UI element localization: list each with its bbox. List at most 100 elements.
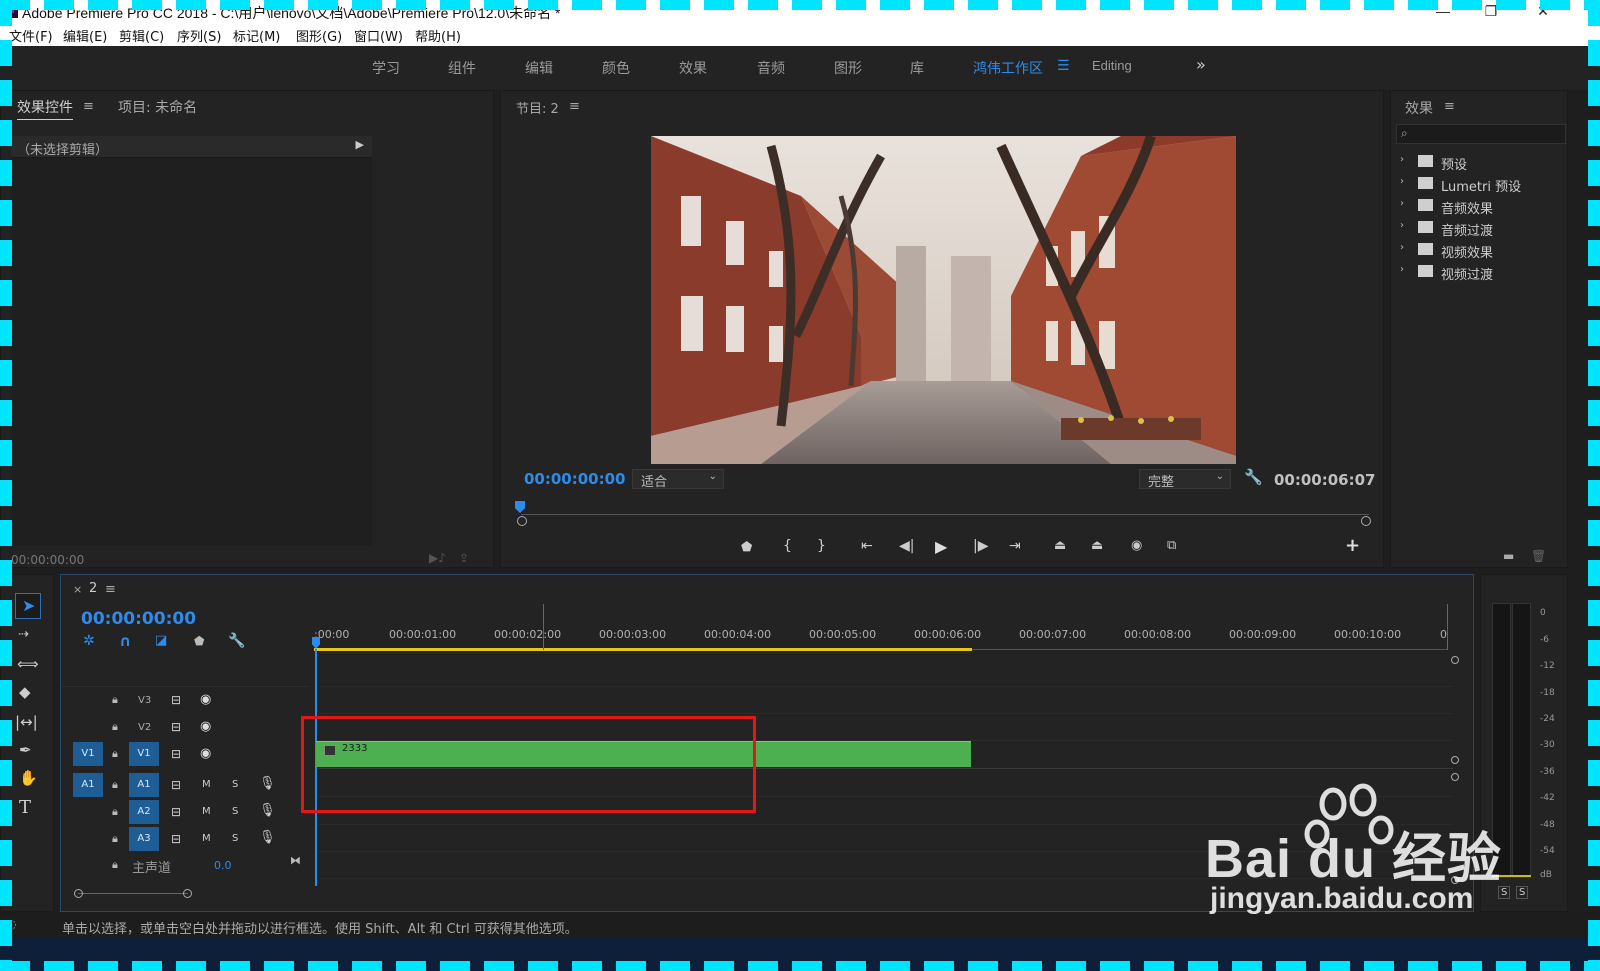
export-audio-icon[interactable]: ▶♪ bbox=[429, 551, 446, 565]
timeline-settings-wrench-icon[interactable]: 🔧 bbox=[228, 633, 245, 649]
effects-search-input[interactable]: ⌕ bbox=[1396, 124, 1566, 144]
step-back-icon[interactable]: ◀| bbox=[899, 538, 914, 554]
sync-lock-icon[interactable]: ⊟ bbox=[171, 693, 181, 707]
pen-tool-icon[interactable]: ✒ bbox=[19, 741, 32, 759]
go-to-in-icon[interactable]: ⇤ bbox=[861, 538, 873, 554]
lift-icon[interactable]: ⏏ bbox=[1054, 538, 1066, 553]
zoom-handle-left[interactable] bbox=[74, 889, 83, 898]
mute-button[interactable]: M bbox=[202, 779, 211, 790]
track-select-tool-icon[interactable]: ⇢ bbox=[18, 627, 29, 642]
scroll-handle[interactable] bbox=[1451, 656, 1459, 664]
sequence-tab[interactable]: 2 bbox=[89, 581, 97, 596]
effects-item-presets[interactable]: › 预设 bbox=[1396, 153, 1566, 174]
extract-icon[interactable]: ⏏ bbox=[1091, 538, 1103, 553]
zoom-handle-left[interactable] bbox=[517, 516, 527, 526]
menu-clip[interactable]: 剪辑(C) bbox=[119, 26, 164, 45]
program-menu-icon[interactable]: ≡ bbox=[569, 99, 580, 114]
workspace-editing[interactable]: 编辑 bbox=[525, 58, 553, 78]
lock-icon[interactable]: 🔒︎ bbox=[112, 778, 118, 792]
source-patch-v1[interactable]: V1 bbox=[73, 742, 103, 766]
program-scrub-bar[interactable] bbox=[521, 514, 1369, 524]
type-tool-icon[interactable]: T bbox=[19, 797, 31, 818]
step-forward-icon[interactable]: |▶ bbox=[973, 538, 988, 554]
workspace-menu-icon[interactable]: ☰ bbox=[1057, 58, 1070, 74]
add-marker-timeline-icon[interactable]: ⬟ bbox=[194, 634, 204, 648]
expand-arrow-icon[interactable]: ▶ bbox=[356, 138, 364, 151]
eye-icon[interactable]: ◉ bbox=[200, 719, 211, 734]
workspace-effects[interactable]: 效果 bbox=[679, 58, 707, 78]
delete-icon[interactable]: 🗑 bbox=[1531, 549, 1546, 563]
mute-button[interactable]: M bbox=[202, 833, 211, 844]
solo-button[interactable]: S bbox=[232, 833, 238, 844]
add-button-icon[interactable]: + bbox=[1345, 535, 1360, 556]
menu-marker[interactable]: 标记(M) bbox=[233, 26, 280, 45]
microphone-icon[interactable]: 🎙︎ bbox=[259, 830, 276, 845]
lock-icon[interactable]: 🔒︎ bbox=[112, 720, 118, 734]
program-tab[interactable]: 节目: 2 bbox=[516, 98, 559, 117]
effects-item-video-effects[interactable]: › 视频效果 bbox=[1396, 241, 1566, 262]
track-target-a1[interactable]: A1 bbox=[129, 773, 159, 797]
microphone-icon[interactable]: 🎙︎ bbox=[259, 776, 276, 791]
lock-icon[interactable]: 🔒︎ bbox=[112, 805, 118, 819]
track-target-v1[interactable]: V1 bbox=[129, 742, 159, 766]
zoom-handle-right[interactable] bbox=[183, 889, 192, 898]
playhead-icon[interactable] bbox=[515, 501, 525, 513]
work-area-bar[interactable] bbox=[314, 648, 972, 651]
compare-view-icon[interactable]: ⧉ bbox=[1167, 538, 1176, 553]
new-bin-icon[interactable]: ▬ bbox=[1503, 549, 1514, 563]
eye-icon[interactable]: ◉ bbox=[200, 692, 211, 707]
panel-menu-icon[interactable]: ≡ bbox=[83, 99, 94, 114]
workspace-libraries[interactable]: 库 bbox=[910, 58, 924, 78]
sync-lock-icon[interactable]: ⊟ bbox=[171, 778, 181, 792]
effects-item-audio-effects[interactable]: › 音频效果 bbox=[1396, 197, 1566, 218]
solo-button[interactable]: S bbox=[232, 779, 238, 790]
linked-selection-icon[interactable]: ◪ bbox=[155, 633, 167, 648]
sync-lock-icon[interactable]: ⊟ bbox=[171, 805, 181, 819]
microphone-icon[interactable]: 🎙︎ bbox=[259, 803, 276, 818]
effects-item-audio-transitions[interactable]: › 音频过渡 bbox=[1396, 219, 1566, 240]
tab-project[interactable]: 项目: 未命名 bbox=[118, 97, 197, 117]
workspace-editing-en[interactable]: Editing bbox=[1092, 58, 1132, 73]
mute-button[interactable]: M bbox=[202, 806, 211, 817]
go-to-end-icon[interactable]: ⧓ bbox=[290, 854, 301, 867]
close-sequence-icon[interactable]: × bbox=[73, 583, 82, 596]
nest-toggle-icon[interactable]: ✲ bbox=[83, 633, 95, 649]
hand-tool-icon[interactable]: ✋ bbox=[19, 769, 38, 787]
menu-file[interactable]: 文件(F) bbox=[9, 26, 53, 45]
add-marker-icon[interactable]: ⬟ bbox=[741, 540, 752, 555]
razor-tool-icon[interactable]: ◆ bbox=[19, 683, 31, 701]
program-current-time[interactable]: 00:00:00:00 bbox=[524, 470, 626, 488]
workspace-graphics[interactable]: 图形 bbox=[834, 58, 862, 78]
sync-lock-icon[interactable]: ⊟ bbox=[171, 747, 181, 761]
fit-dropdown[interactable]: 适合 ⌄ bbox=[632, 469, 724, 490]
workspace-custom-active[interactable]: 鸿伟工作区 bbox=[973, 58, 1043, 78]
scroll-handle[interactable] bbox=[1451, 773, 1459, 781]
track-target-a2[interactable]: A2 bbox=[129, 800, 159, 824]
track-lane-v3[interactable] bbox=[318, 659, 1453, 687]
solo-button[interactable]: S bbox=[232, 806, 238, 817]
effects-item-video-transitions[interactable]: › 视频过渡 bbox=[1396, 263, 1566, 284]
selection-tool[interactable]: ➤ bbox=[15, 593, 41, 619]
effects-menu-icon[interactable]: ≡ bbox=[1444, 99, 1455, 114]
lock-icon[interactable]: 🔒︎ bbox=[112, 832, 118, 846]
eye-icon[interactable]: ◉ bbox=[200, 746, 211, 761]
effects-title[interactable]: 效果 bbox=[1405, 98, 1433, 118]
track-lane-v2[interactable] bbox=[318, 686, 1453, 714]
quality-dropdown[interactable]: 完整 ⌄ bbox=[1139, 469, 1231, 490]
ripple-edit-tool-icon[interactable]: ⟺ bbox=[17, 655, 39, 673]
lock-icon[interactable]: 🔒︎ bbox=[112, 858, 118, 872]
sync-lock-icon[interactable]: ⊟ bbox=[171, 832, 181, 846]
effects-item-lumetri[interactable]: › Lumetri 预设 bbox=[1396, 175, 1566, 196]
zoom-handle-right[interactable] bbox=[1361, 516, 1371, 526]
solo-right-button[interactable]: S bbox=[1516, 886, 1529, 899]
scroll-handle[interactable] bbox=[1451, 756, 1459, 764]
mark-out-icon[interactable]: } bbox=[817, 538, 826, 554]
menu-graphics[interactable]: 图形(G) bbox=[296, 26, 342, 45]
workspace-assembly[interactable]: 组件 bbox=[448, 58, 476, 78]
lock-icon[interactable]: 🔒︎ bbox=[112, 693, 118, 707]
sync-lock-icon[interactable]: ⊟ bbox=[171, 720, 181, 734]
menu-window[interactable]: 窗口(W) bbox=[354, 26, 403, 45]
timeline-menu-icon[interactable]: ≡ bbox=[105, 582, 116, 597]
go-to-out-icon[interactable]: ⇥ bbox=[1009, 538, 1021, 554]
wrench-icon[interactable]: 🔧 bbox=[1244, 468, 1263, 486]
